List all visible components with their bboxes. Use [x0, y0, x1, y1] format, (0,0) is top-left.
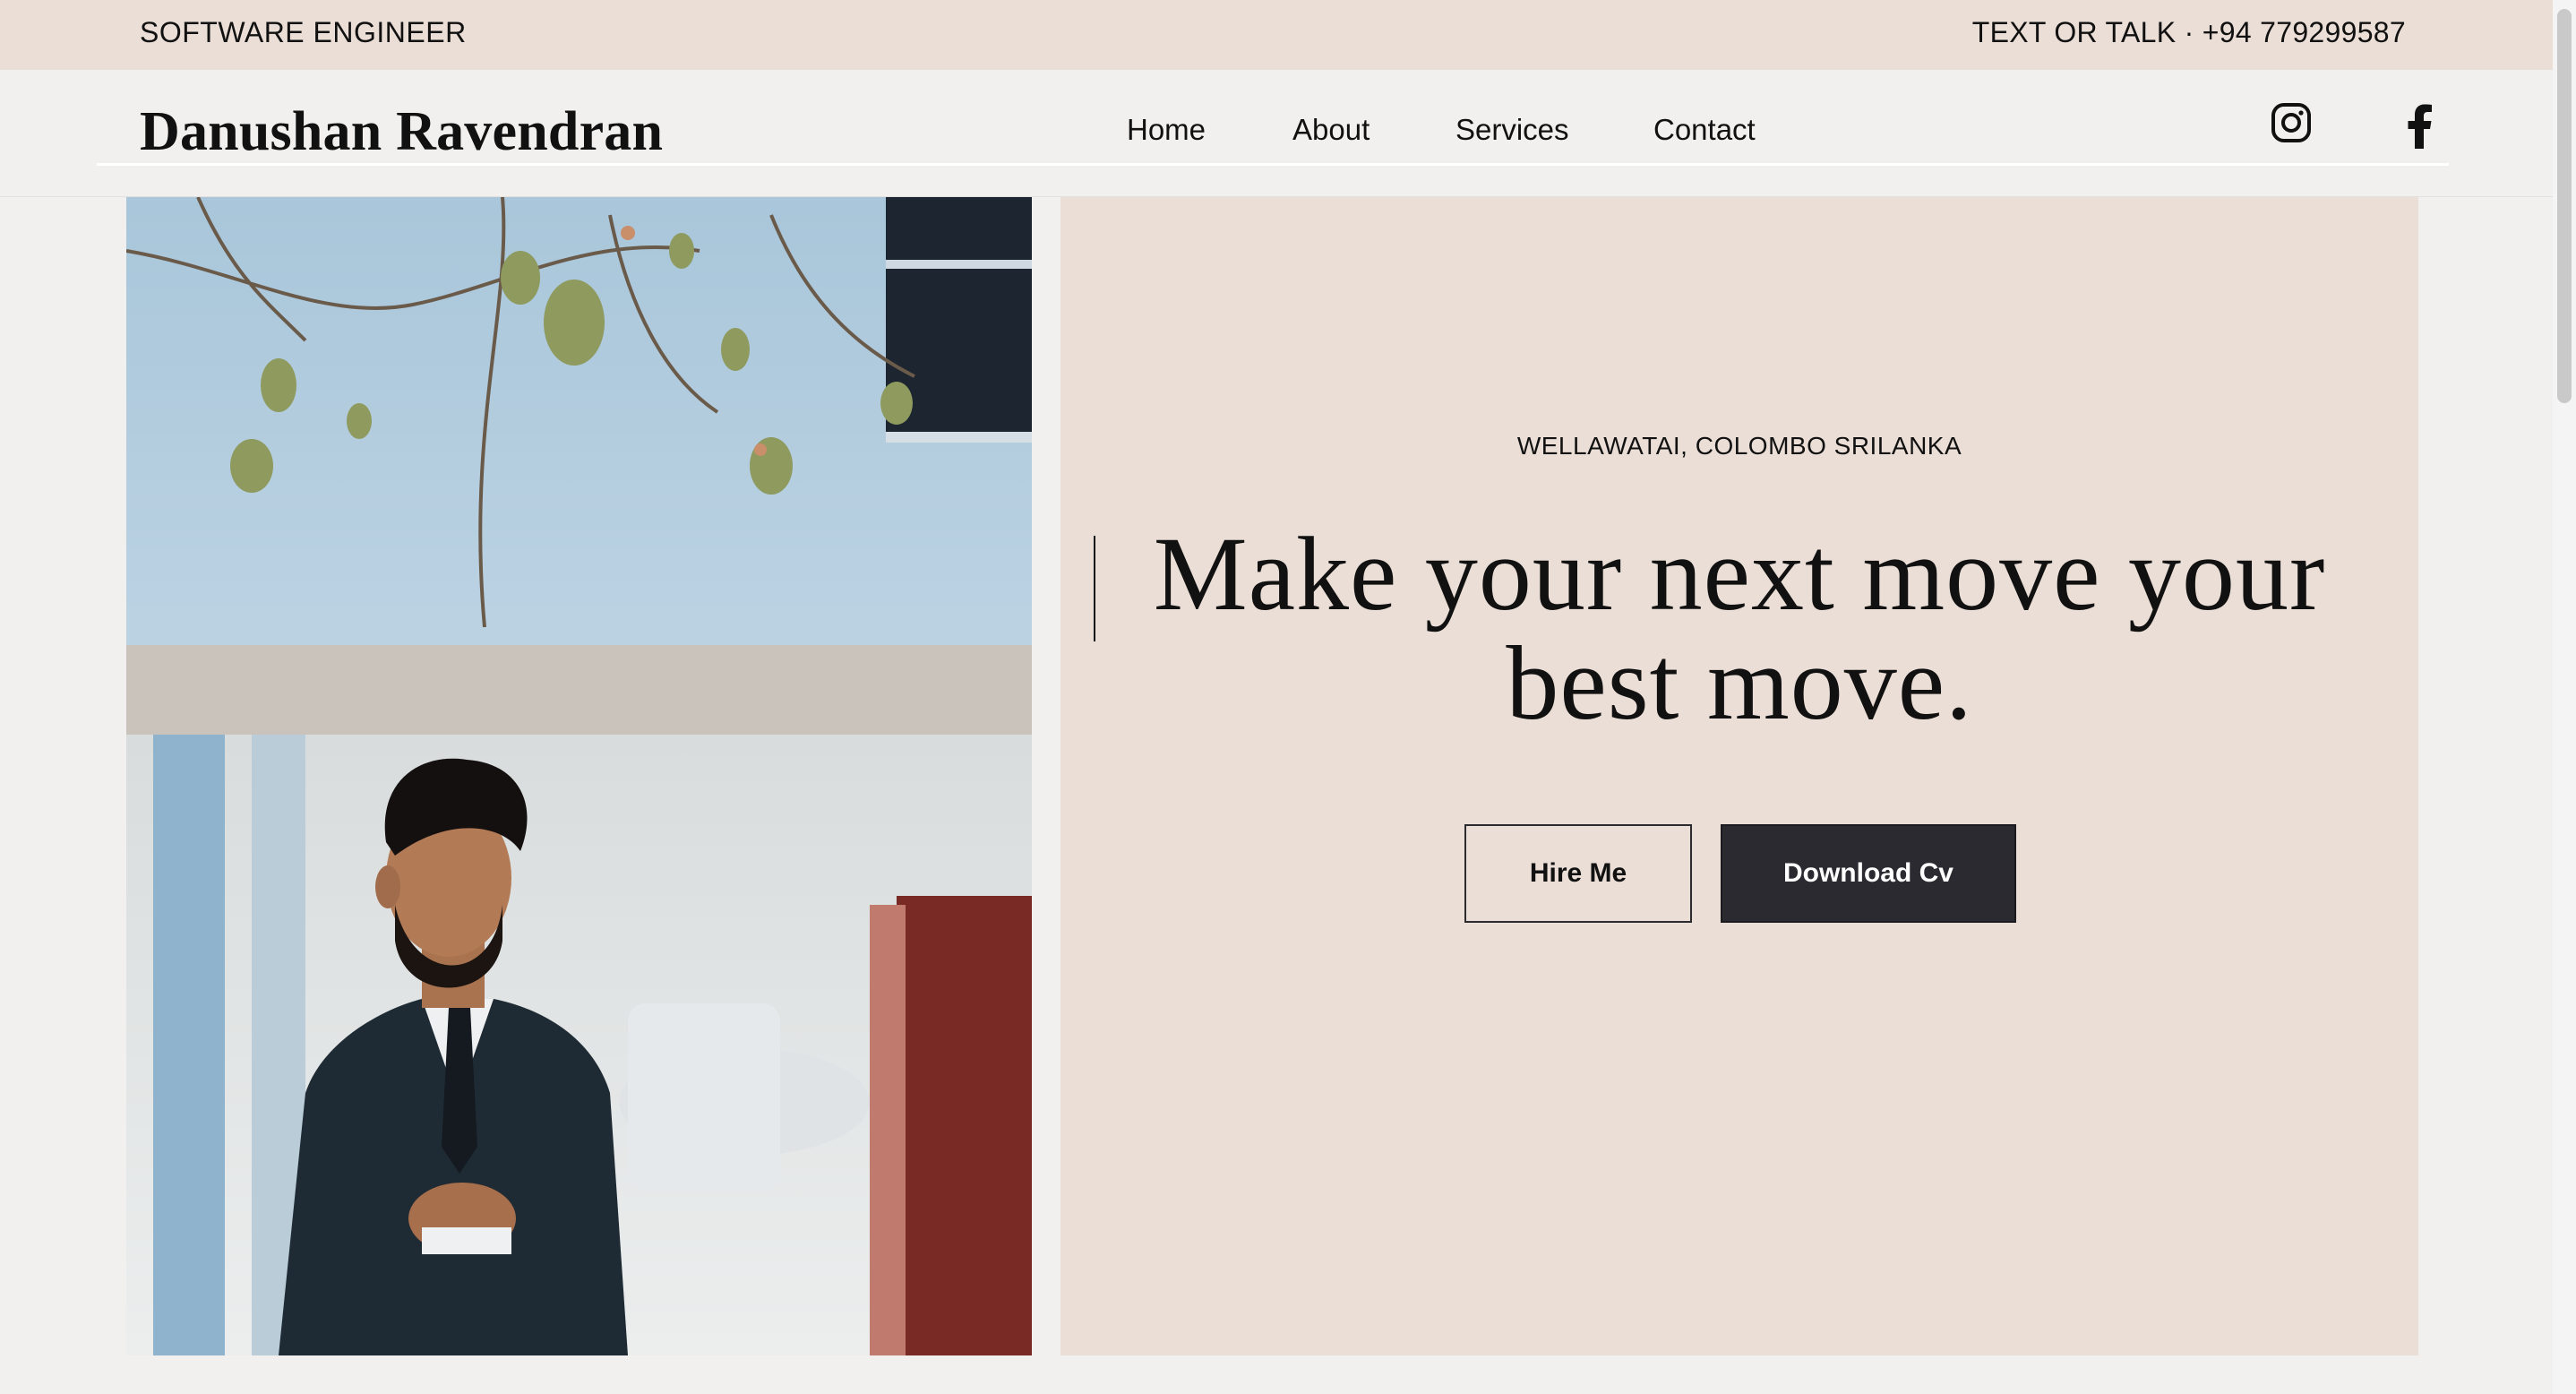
facebook-icon[interactable] [2402, 102, 2436, 149]
hire-me-button[interactable]: Hire Me [1464, 824, 1692, 923]
nav-home[interactable]: Home [1127, 113, 1206, 147]
header-divider [97, 163, 2449, 166]
site-header: Danushan Ravendran Home About Services C… [0, 70, 2553, 197]
job-title: SOFTWARE ENGINEER [140, 16, 467, 48]
hero-panel: WELLAWATAI, COLOMBO SRILANKA Make your n… [1060, 197, 2418, 1355]
instagram-icon[interactable] [2271, 102, 2312, 143]
contact-phone[interactable]: TEXT OR TALK · +94 779299587 [1972, 16, 2406, 49]
portrait-photo [126, 197, 1032, 1355]
download-cv-button[interactable]: Download Cv [1721, 824, 2016, 923]
location-label: WELLAWATAI, COLOMBO SRILANKA [1516, 432, 1962, 460]
top-info-bar: SOFTWARE ENGINEER TEXT OR TALK · +94 779… [0, 0, 2553, 70]
nav-services[interactable]: Services [1455, 113, 1569, 147]
scrollbar-thumb[interactable] [2557, 9, 2572, 403]
site-logo-name[interactable]: Danushan Ravendran [140, 100, 663, 164]
hero-headline: Make your next move your best move. [1153, 515, 2326, 742]
nav-about[interactable]: About [1292, 113, 1370, 147]
nav-contact[interactable]: Contact [1653, 113, 1756, 147]
page-scrollbar[interactable] [2553, 0, 2576, 1394]
